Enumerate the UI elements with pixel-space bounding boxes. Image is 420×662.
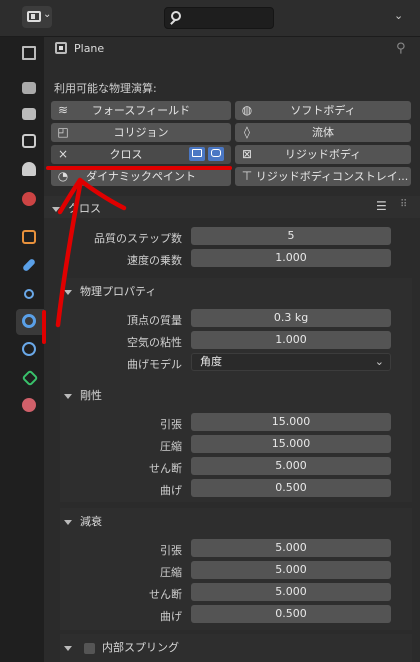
rigidbody-constraint-button[interactable]: ⊤ リジッドボディコンストレイ... <box>235 167 411 186</box>
view-layer-icon <box>22 134 36 148</box>
speed-multiplier-field[interactable]: 1.000 <box>191 249 391 267</box>
air-viscosity-field[interactable]: 1.000 <box>191 331 391 349</box>
tab-world[interactable] <box>16 187 44 213</box>
damping-bending-label: 曲げ <box>160 610 182 623</box>
stiffness-compression-field[interactable]: 15.000 <box>191 435 391 453</box>
tab-view-layer[interactable] <box>16 129 44 155</box>
stiffness-shear-label: せん断 <box>149 462 182 475</box>
stiffness-bending-label: 曲げ <box>160 484 182 497</box>
object-name: Plane <box>74 42 105 55</box>
available-physics-label: 利用可能な物理演算: <box>54 82 157 95</box>
damping-bending-field[interactable]: 0.500 <box>191 605 391 623</box>
damping-tension-field[interactable]: 5.000 <box>191 539 391 557</box>
particles-icon <box>24 289 34 299</box>
quality-steps-label: 品質のステップ数 <box>94 232 182 245</box>
dynamicpaint-button[interactable]: ◔ ダイナミックペイント <box>51 167 231 186</box>
damping-compression-label: 圧縮 <box>160 566 182 579</box>
softbody-button[interactable]: ◍ ソフトボディ <box>235 101 411 120</box>
camera-icon <box>211 149 221 157</box>
tab-particles[interactable] <box>16 281 44 307</box>
close-icon: × <box>57 147 69 161</box>
properties-tab-column <box>0 37 44 662</box>
constraints-icon <box>22 342 36 356</box>
tab-data[interactable] <box>16 365 44 391</box>
stiffness-compression-label: 圧縮 <box>160 440 182 453</box>
bending-model-select[interactable]: 角度 ⌄ <box>191 353 391 371</box>
bending-model-label: 曲げモデル <box>127 358 182 371</box>
render-toggle-button[interactable] <box>208 147 224 161</box>
properties-editor-icon <box>27 11 41 22</box>
softbody-icon: ◍ <box>241 103 253 117</box>
tab-render[interactable] <box>16 75 44 101</box>
expand-triangle-icon <box>64 519 72 525</box>
rigidbody-button[interactable]: ⊠ リジッドボディ <box>235 145 411 164</box>
editor-type-button[interactable]: ⌄ <box>22 6 52 28</box>
vertex-mass-field[interactable]: 0.3 kg <box>191 309 391 327</box>
rigidbody-constraint-icon: ⊤ <box>241 169 253 183</box>
object-icon <box>55 42 67 54</box>
viewport-toggle-button[interactable] <box>189 147 205 161</box>
expand-triangle-icon <box>64 645 72 651</box>
forcefield-icon: ≋ <box>57 103 69 117</box>
air-viscosity-label: 空気の粘性 <box>127 336 182 349</box>
tab-modifiers[interactable] <box>16 253 44 279</box>
stiffness-bending-field[interactable]: 0.500 <box>191 479 391 497</box>
collision-button[interactable]: ◰ コリジョン <box>51 123 231 142</box>
tab-object[interactable] <box>16 225 44 251</box>
stiffness-tension-field[interactable]: 15.000 <box>191 413 391 431</box>
expand-triangle-icon <box>64 289 72 295</box>
damping-shear-label: せん断 <box>149 588 182 601</box>
tab-tool[interactable] <box>16 41 44 67</box>
damping-compression-field[interactable]: 5.000 <box>191 561 391 579</box>
expand-triangle-icon <box>52 206 60 212</box>
tab-material[interactable] <box>16 393 44 419</box>
options-dropdown[interactable]: ⌄ <box>394 9 403 22</box>
stiffness-shear-field[interactable]: 5.000 <box>191 457 391 475</box>
material-icon <box>22 398 36 412</box>
drag-handle-icon[interactable]: ⠿ <box>400 199 407 210</box>
fluid-button[interactable]: ◊ 流体 <box>235 123 411 142</box>
tab-output[interactable] <box>16 101 44 127</box>
tool-icon <box>22 46 36 60</box>
scene-icon <box>22 162 36 176</box>
object-icon <box>22 230 36 244</box>
physics-icon <box>22 314 36 328</box>
list-icon[interactable]: ☰ <box>376 199 387 213</box>
cloth-panel-title[interactable]: クロス <box>52 200 101 216</box>
dynamicpaint-icon: ◔ <box>57 169 69 183</box>
stiffness-tension-label: 引張 <box>160 418 182 431</box>
fluid-icon: ◊ <box>244 125 250 139</box>
search-input[interactable] <box>164 7 274 29</box>
tab-physics[interactable] <box>16 309 44 335</box>
mesh-data-icon <box>21 369 39 387</box>
chevron-down-icon: ⌄ <box>43 9 52 20</box>
physical-properties-header[interactable]: 物理プロパティ <box>64 283 156 299</box>
chevron-down-icon: ⌄ <box>374 355 384 368</box>
collision-icon: ◰ <box>57 125 69 139</box>
internal-springs-checkbox[interactable] <box>83 642 95 654</box>
output-icon <box>22 108 36 120</box>
rigidbody-icon: ⊠ <box>241 147 253 161</box>
cloth-button[interactable]: × クロス <box>51 145 231 164</box>
damping-header[interactable]: 減衰 <box>64 513 102 529</box>
stiffness-header[interactable]: 剛性 <box>64 387 102 403</box>
damping-shear-field[interactable]: 5.000 <box>191 583 391 601</box>
internal-springs-header[interactable]: 内部スプリング <box>64 639 179 655</box>
tab-constraints[interactable] <box>16 337 44 363</box>
world-icon <box>22 192 36 206</box>
render-icon <box>22 82 36 94</box>
speed-multiplier-label: 速度の乗数 <box>127 254 182 267</box>
quality-steps-field[interactable]: 5 <box>191 227 391 245</box>
monitor-icon <box>192 149 202 157</box>
damping-tension-label: 引張 <box>160 544 182 557</box>
tab-scene[interactable] <box>16 157 44 183</box>
expand-triangle-icon <box>64 393 72 399</box>
search-icon <box>171 11 181 21</box>
vertex-mass-label: 頂点の質量 <box>127 314 182 327</box>
wrench-icon <box>21 257 37 273</box>
forcefield-button[interactable]: ≋ フォースフィールド <box>51 101 231 120</box>
pin-icon[interactable]: ⚲ <box>396 41 406 56</box>
